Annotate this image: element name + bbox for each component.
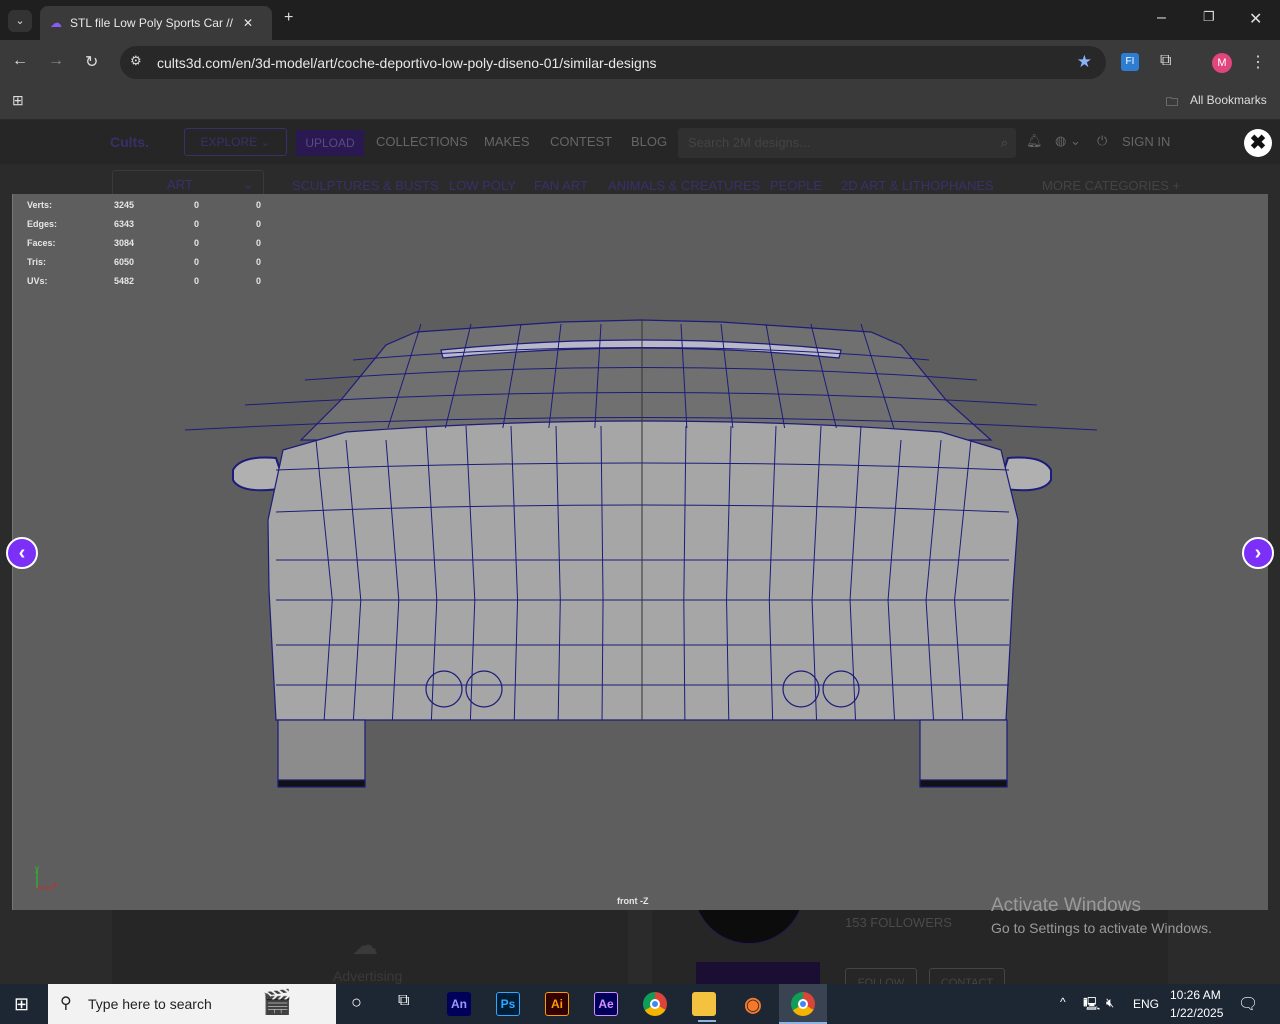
next-arrow-button[interactable]: ›: [1242, 537, 1274, 569]
car-wireframe: [36, 319, 1098, 889]
search-icon[interactable]: ⌕: [1001, 128, 1008, 158]
category-2d-art[interactable]: 2D ART & LITHOPHANES: [841, 178, 994, 193]
cults-favicon-icon: ☁: [50, 16, 62, 30]
model-viewer-image: Verts: 3245 0 0 Edges: 6343 0 0 Faces: 3084 0 0 Tris…: [12, 194, 1268, 910]
menu-kebab-icon[interactable]: ⋮: [1250, 52, 1266, 72]
browser-tab[interactable]: ☁ STL file Low Poly Sports Car // D ✕: [40, 6, 272, 40]
minimize-icon[interactable]: –: [1157, 9, 1166, 27]
tray-overflow-icon[interactable]: ^: [1060, 995, 1066, 1009]
power-icon: ⏻: [1097, 133, 1108, 148]
followers-count: 153 FOLLOWERS: [845, 915, 952, 930]
volume-muted-icon[interactable]: 🔇︎: [1106, 995, 1114, 1011]
site-search-input[interactable]: Search 2M designs... ⌕: [678, 128, 1016, 158]
address-bar[interactable]: ⚙ cults3d.com/en/3d-model/art/coche-depo…: [120, 46, 1106, 79]
extension-icon[interactable]: FI: [1121, 53, 1139, 71]
bookmark-star-icon[interactable]: ★: [1077, 52, 1092, 72]
notification-bell-icon[interactable]: 🔔︎: [1026, 133, 1043, 149]
language-indicator[interactable]: ENG: [1133, 997, 1159, 1011]
taskbar-search-placeholder: Type here to search: [88, 996, 212, 1012]
car-right-wheel: [919, 719, 1008, 787]
task-view-icon[interactable]: ⧉: [398, 992, 409, 1010]
nav-makes[interactable]: MAKES: [484, 134, 530, 149]
photoshop-app-icon[interactable]: Ps: [496, 992, 520, 1016]
search-magnifier-icon: ⚲: [60, 995, 72, 1012]
blender-app-icon[interactable]: ◉: [741, 992, 765, 1016]
site-info-icon[interactable]: ⚙: [130, 53, 142, 69]
explorer-running-indicator: [698, 1020, 716, 1022]
animate-app-icon[interactable]: An: [447, 992, 471, 1016]
category-select-value: ART: [167, 177, 193, 192]
nav-blog[interactable]: BLOG: [631, 134, 667, 149]
activate-windows-subtitle: Go to Settings to activate Windows.: [991, 920, 1212, 936]
back-icon[interactable]: ←: [12, 52, 28, 70]
tab-title: STL file Low Poly Sports Car // D: [70, 16, 235, 30]
car-body: [267, 420, 1019, 721]
view-label: front -Z: [617, 896, 649, 906]
clock-time[interactable]: 10:26 AM: [1170, 988, 1221, 1002]
close-window-icon[interactable]: ✕: [1249, 9, 1262, 29]
profile-avatar[interactable]: M: [1212, 53, 1232, 73]
url-text: cults3d.com/en/3d-model/art/coche-deport…: [157, 54, 657, 71]
illustrator-app-icon[interactable]: Ai: [545, 992, 569, 1016]
nav-contest[interactable]: CONTEST: [550, 134, 612, 149]
search-highlight-icon: 🎬: [262, 989, 292, 1016]
extensions-puzzle-icon[interactable]: ⧉: [1160, 52, 1171, 70]
bookmarks-bar: ⊞ 🗀 All Bookmarks: [0, 84, 1280, 120]
bookmarks-folder-icon: 🗀: [1166, 95, 1179, 109]
explore-label: EXPLORE: [200, 135, 258, 149]
axis-y-label: y: [35, 864, 39, 873]
car-left-wheel: [277, 719, 366, 787]
apps-grid-icon[interactable]: ⊞: [12, 92, 24, 109]
previous-arrow-button[interactable]: ‹: [6, 537, 38, 569]
all-bookmarks[interactable]: All Bookmarks: [1190, 93, 1267, 107]
chrome-app-icon[interactable]: [643, 992, 667, 1016]
sign-in-link[interactable]: SIGN IN: [1122, 134, 1170, 149]
clock-date[interactable]: 1/22/2025: [1170, 1006, 1223, 1020]
upload-button[interactable]: UPLOAD: [296, 130, 364, 156]
nav-collections[interactable]: COLLECTIONS: [376, 134, 468, 149]
network-icon[interactable]: 🖳: [1083, 995, 1100, 1017]
cults-logo[interactable]: Cults.: [110, 134, 149, 150]
search-placeholder: Search 2M designs...: [688, 135, 811, 150]
after-effects-app-icon[interactable]: Ae: [594, 992, 618, 1016]
tab-close-icon[interactable]: ✕: [243, 16, 253, 30]
windows-start-icon[interactable]: ⊞: [14, 994, 29, 1015]
category-low-poly[interactable]: LOW POLY: [449, 178, 516, 193]
forward-icon[interactable]: →: [48, 52, 64, 70]
axis-x-label: x: [53, 880, 57, 889]
category-people[interactable]: PEOPLE: [770, 178, 822, 193]
close-viewer-icon[interactable]: ✖: [1244, 129, 1272, 157]
creator-badges: [696, 962, 820, 984]
tab-search-chevron-icon[interactable]: ⌄: [8, 10, 32, 32]
restore-icon[interactable]: ❐: [1203, 9, 1215, 25]
cults-cloud-icon: ☁: [352, 930, 378, 960]
file-explorer-icon[interactable]: [692, 992, 716, 1016]
explore-button[interactable]: EXPLORE ⌄: [184, 128, 287, 156]
advertising-label: Advertising: [333, 968, 403, 984]
taskbar-search[interactable]: ⚲ Type here to search 🎬: [48, 984, 336, 1024]
language-globe-icon[interactable]: ◍ ⌄: [1055, 133, 1081, 149]
cortana-icon[interactable]: ○: [351, 992, 362, 1013]
reload-icon[interactable]: ↻: [85, 52, 98, 72]
category-fan-art[interactable]: FAN ART: [534, 178, 588, 193]
activate-windows-title: Activate Windows: [991, 895, 1141, 916]
notification-center-icon[interactable]: 🗨︎: [1238, 994, 1258, 1014]
category-animals[interactable]: ANIMALS & CREATURES: [608, 178, 760, 193]
new-tab-icon[interactable]: +: [284, 9, 293, 27]
more-categories[interactable]: MORE CATEGORIES +: [1042, 178, 1180, 193]
chrome-profile-app-icon[interactable]: [791, 992, 815, 1016]
category-sculptures[interactable]: SCULPTURES & BUSTS: [292, 178, 439, 193]
